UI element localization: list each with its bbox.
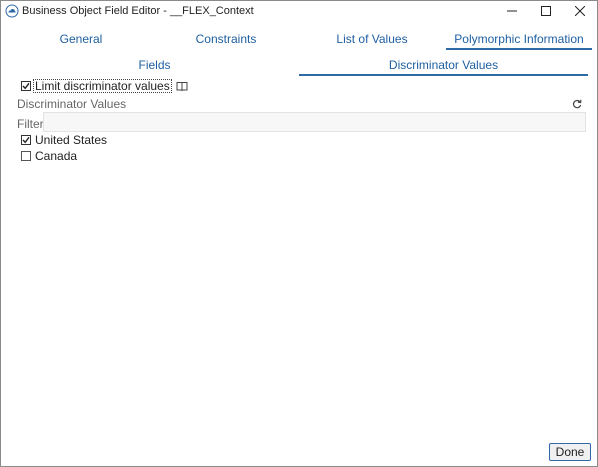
window-controls bbox=[495, 1, 597, 21]
sub-tabs: Fields Discriminator Values bbox=[1, 55, 597, 76]
refresh-icon[interactable] bbox=[572, 98, 582, 109]
tab-list-of-values[interactable]: List of Values bbox=[312, 31, 432, 48]
list-item[interactable]: Canada bbox=[21, 149, 77, 163]
discriminator-values-label: Discriminator Values bbox=[17, 97, 127, 111]
subtab-discriminator-values[interactable]: Discriminator Values bbox=[299, 57, 588, 76]
main-tabs: General Constraints List of Values Polym… bbox=[1, 31, 597, 50]
book-icon[interactable] bbox=[176, 80, 188, 92]
limit-discriminator-checkbox[interactable] bbox=[21, 81, 31, 91]
minimize-icon[interactable] bbox=[495, 1, 529, 21]
value-label: Canada bbox=[35, 149, 78, 163]
close-icon[interactable] bbox=[563, 1, 597, 21]
maximize-icon[interactable] bbox=[529, 1, 563, 21]
cloud-icon bbox=[5, 4, 19, 18]
filter-input[interactable] bbox=[43, 112, 586, 132]
filter-label: Filter bbox=[17, 117, 44, 131]
tab-general[interactable]: General bbox=[21, 31, 141, 48]
value-label: United States bbox=[35, 133, 108, 147]
window-title: Business Object Field Editor - __FLEX_Co… bbox=[22, 5, 254, 17]
tab-polymorphic-information[interactable]: Polymorphic Information bbox=[446, 31, 592, 50]
value-checkbox[interactable] bbox=[21, 151, 31, 161]
value-checkbox[interactable] bbox=[21, 135, 31, 145]
done-button[interactable]: Done bbox=[549, 443, 591, 461]
subtab-fields[interactable]: Fields bbox=[17, 57, 292, 74]
title-bar[interactable]: Business Object Field Editor - __FLEX_Co… bbox=[1, 1, 597, 21]
limit-discriminator-label[interactable]: Limit discriminator values bbox=[33, 79, 172, 93]
limit-discriminator-row: Limit discriminator values bbox=[21, 79, 188, 93]
list-item[interactable]: United States bbox=[21, 133, 107, 147]
tab-constraints[interactable]: Constraints bbox=[166, 31, 286, 48]
dialog-window: Business Object Field Editor - __FLEX_Co… bbox=[0, 0, 598, 467]
